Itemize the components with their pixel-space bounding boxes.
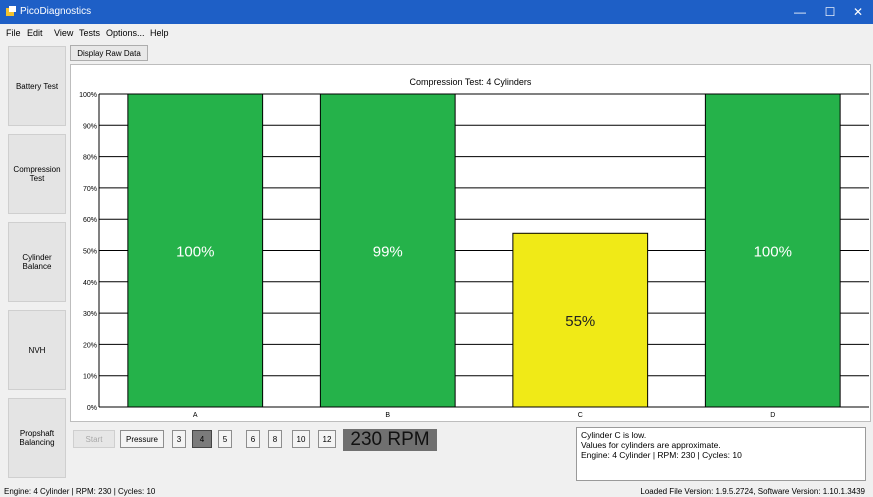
menu-tests[interactable]: Tests [79,28,100,38]
rpm-display: 230 RPM [343,429,437,451]
menu-options[interactable]: Options... [106,28,145,38]
cylinders-3-button[interactable]: 3 [172,430,186,448]
x-category-label: A [193,412,198,419]
y-tick-label: 40% [83,280,97,287]
x-category-label: C [578,412,583,419]
y-tick-label: 100% [79,92,97,99]
status-version-info: Loaded File Version: 1.9.5.2724, Softwar… [640,487,865,496]
bar-value-label: 55% [565,313,595,330]
menu-help[interactable]: Help [150,28,169,38]
y-tick-label: 90% [83,123,97,130]
nvh-label: NVH [28,345,46,355]
compression-chart: Compression Test: 4 Cylinders 0% 10% 20% 30%… [79,77,869,419]
cylinder-balance-label: Cylinder Balance [22,253,52,271]
cylinders-4-button[interactable]: 4 [192,430,212,448]
menu-edit[interactable]: Edit [27,28,43,38]
menu-file[interactable]: File [6,28,21,38]
battery-test-button[interactable]: Battery Test [8,46,66,126]
y-tick-label: 30% [83,311,97,318]
title-bar: PicoDiagnostics — ☐ ✕ [0,0,873,24]
battery-test-label: Battery Test [15,81,59,91]
compression-test-label: Compression Test [13,165,61,183]
cylinders-6-button[interactable]: 6 [246,430,260,448]
cylinder-balance-button[interactable]: Cylinder Balance [8,222,66,302]
y-tick-label: 10% [83,374,97,381]
close-button[interactable]: ✕ [843,3,873,21]
cylinders-10-button[interactable]: 10 [292,430,310,448]
y-tick-label: 80% [83,155,97,162]
nvh-button[interactable]: NVH [8,310,66,390]
cylinders-8-button[interactable]: 8 [268,430,282,448]
menu-view[interactable]: View [54,28,73,38]
chart-panel: Compression Test: 4 Cylinders 0% 10% 20% 30%… [70,64,871,422]
bar-value-label: 99% [373,244,403,261]
compression-test-button[interactable]: Compression Test [8,134,66,214]
propshaft-balancing-button[interactable]: Propshaft Balancing [8,398,66,478]
bar-value-label: 100% [176,244,214,261]
cylinders-5-button[interactable]: 5 [218,430,232,448]
window-title: PicoDiagnostics [20,6,92,17]
bar-value-label: 100% [754,244,792,261]
menu-bar: File Edit View Tests Options... Help [0,24,873,42]
cylinders-12-button[interactable]: 12 [318,430,336,448]
y-tick-label: 60% [83,217,97,224]
start-button[interactable]: Start [73,430,115,448]
chart-title: Compression Test: 4 Cylinders [410,77,532,87]
info-box: Cylinder C is low. Values for cylinders … [576,427,866,481]
app-icon [6,6,16,16]
pressure-button[interactable]: Pressure [120,430,164,448]
status-engine-info: Engine: 4 Cylinder | RPM: 230 | Cycles: … [4,487,156,496]
maximize-button[interactable]: ☐ [815,3,845,21]
x-category-label: D [770,412,775,419]
y-tick-label: 50% [83,249,97,256]
info-line: Values for cylinders are approximate. [581,440,721,450]
y-tick-label: 70% [83,186,97,193]
minimize-button[interactable]: — [785,3,815,21]
propshaft-balancing-label: Propshaft Balancing [19,429,55,447]
y-tick-label: 20% [83,342,97,349]
info-line: Cylinder C is low. [581,430,647,440]
display-raw-data-button[interactable]: Display Raw Data [70,45,148,61]
info-line: Engine: 4 Cylinder | RPM: 230 | Cycles: … [581,450,742,460]
y-tick-label: 0% [87,405,97,412]
x-category-label: B [385,412,390,419]
